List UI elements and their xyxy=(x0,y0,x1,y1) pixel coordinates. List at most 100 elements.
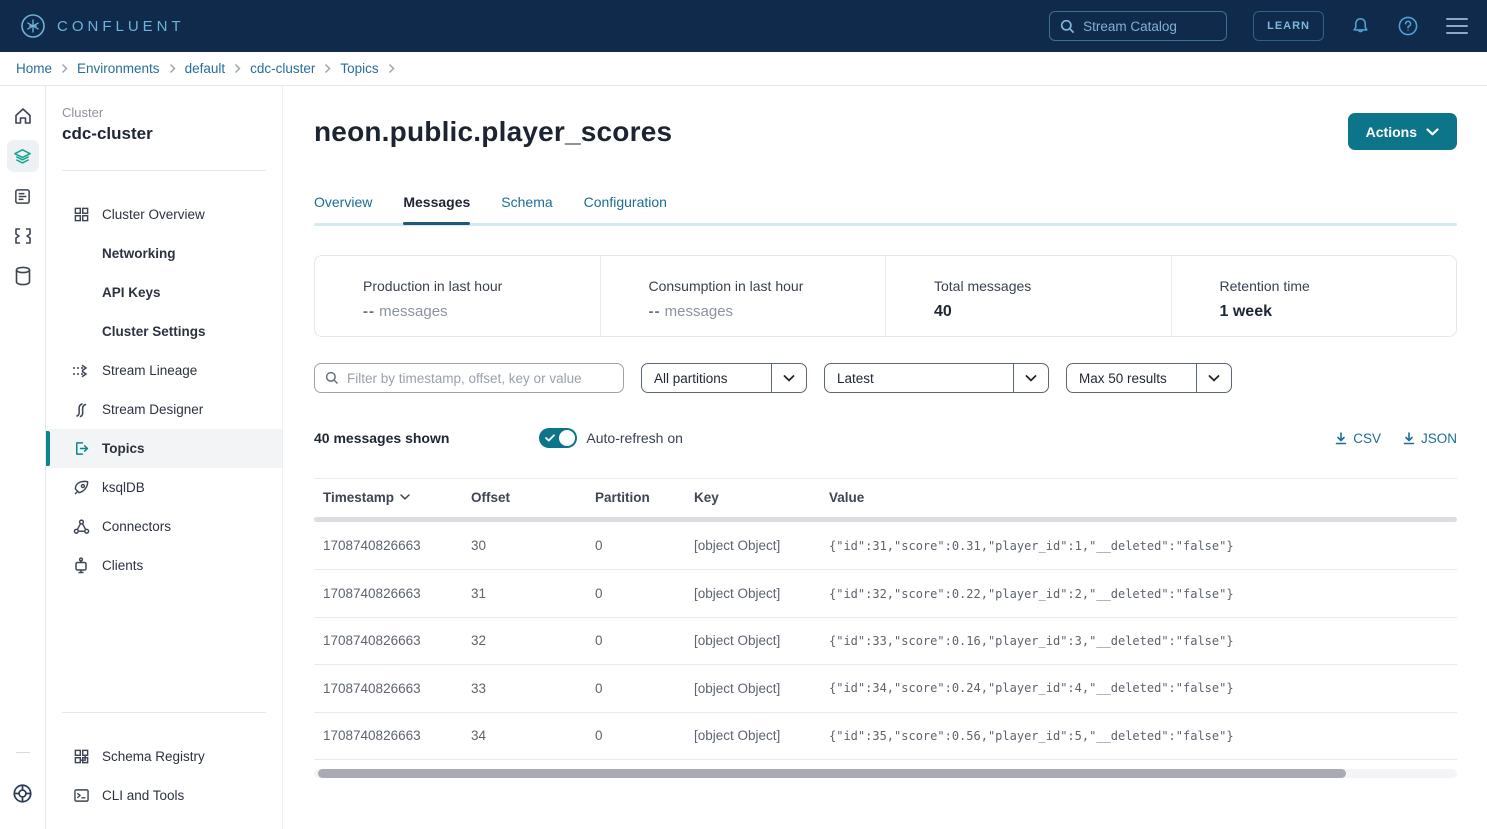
help-icon xyxy=(1397,15,1419,37)
breadcrumb-home[interactable]: Home xyxy=(16,61,52,76)
table-cell: [object Object] xyxy=(685,728,820,743)
sidebar-item-label: Cluster Overview xyxy=(102,207,205,222)
flow-icon[interactable] xyxy=(7,220,39,252)
table-cell: {"id":34,"score":0.24,"player_id":4,"__d… xyxy=(820,681,1457,695)
stat-total-messages: Total messages 40 xyxy=(885,256,1171,336)
table-cell: {"id":33,"score":0.16,"player_id":3,"__d… xyxy=(820,634,1457,648)
document-icon[interactable] xyxy=(7,180,39,212)
grid-icon xyxy=(72,206,90,223)
stream-catalog-input[interactable] xyxy=(1083,19,1203,34)
sidebar-item-label: Networking xyxy=(102,246,176,261)
table-row[interactable]: 1708740826663310[object Object]{"id":32,… xyxy=(314,569,1457,616)
sidebar-item-topics[interactable]: Topics xyxy=(46,429,282,468)
offset-position-dropdown[interactable]: Latest xyxy=(824,363,1049,393)
sidebar-footer-divider xyxy=(62,712,266,713)
sidebar-item-cli-and-tools[interactable]: CLI and Tools xyxy=(46,776,282,815)
breadcrumb-environments[interactable]: Environments xyxy=(77,61,160,76)
auto-refresh-toggle[interactable]: Auto-refresh on xyxy=(539,428,683,448)
table-cell: 0 xyxy=(586,728,685,743)
sidebar-item-label: Connectors xyxy=(102,519,171,534)
table-row[interactable]: 1708740826663340[object Object]{"id":35,… xyxy=(314,712,1457,759)
sidebar-item-connectors[interactable]: Connectors xyxy=(46,507,282,546)
designer-icon xyxy=(72,402,90,418)
sidebar-item-clients[interactable]: Clients xyxy=(46,546,282,585)
column-timestamp-sort[interactable]: Timestamp xyxy=(323,490,410,505)
sidebar-item-stream-designer[interactable]: Stream Designer xyxy=(46,390,282,429)
sidebar-item-label: ksqlDB xyxy=(102,480,145,495)
table-cell: 0 xyxy=(586,538,685,553)
sidebar-item-networking[interactable]: Networking xyxy=(46,234,282,273)
check-icon xyxy=(545,434,555,442)
breadcrumb-cluster[interactable]: cdc-cluster xyxy=(250,61,315,76)
breadcrumb: Home Environments default cdc-cluster To… xyxy=(0,52,1487,86)
table-header: Timestamp Offset Partition Key Value xyxy=(314,478,1457,515)
chevron-right-icon xyxy=(388,63,395,74)
scrollbar-thumb[interactable] xyxy=(318,769,1346,778)
page-title: neon.public.player_scores xyxy=(314,116,672,148)
cluster-name: cdc-cluster xyxy=(46,120,282,144)
sidebar-item-cluster-settings[interactable]: Cluster Settings xyxy=(46,312,282,351)
database-icon[interactable] xyxy=(7,260,39,292)
tab-schema[interactable]: Schema xyxy=(501,194,552,223)
table-row[interactable]: 1708740826663300[object Object]{"id":31,… xyxy=(314,522,1457,569)
sidebar-item-ksqldb[interactable]: ksqlDB xyxy=(46,468,282,507)
tab-configuration[interactable]: Configuration xyxy=(584,194,667,223)
schema-registry-icon xyxy=(72,748,90,765)
download-csv-link[interactable]: CSV xyxy=(1335,431,1381,446)
stat-production: Production in last hour -- messages xyxy=(315,256,600,336)
sidebar-item-label: Clients xyxy=(102,558,143,573)
tab-messages[interactable]: Messages xyxy=(403,194,470,223)
environments-icon[interactable] xyxy=(7,140,39,172)
table-bottom-border xyxy=(314,759,1457,760)
partitions-dropdown[interactable]: All partitions xyxy=(641,363,807,393)
message-filters: All partitions Latest Max 50 results xyxy=(314,363,1457,393)
table-cell: [object Object] xyxy=(685,633,820,648)
top-navbar: CONFLUENT LEARN xyxy=(0,0,1487,52)
stat-retention-time: Retention time 1 week xyxy=(1171,256,1457,336)
sidebar-item-label: CLI and Tools xyxy=(102,788,184,803)
stat-consumption: Consumption in last hour -- messages xyxy=(600,256,886,336)
sidebar-item-label: Stream Lineage xyxy=(102,363,197,378)
breadcrumb-topics[interactable]: Topics xyxy=(340,61,378,76)
table-cell: {"id":32,"score":0.22,"player_id":2,"__d… xyxy=(820,587,1457,601)
home-icon[interactable] xyxy=(7,100,39,132)
table-row[interactable]: 1708740826663320[object Object]{"id":33,… xyxy=(314,617,1457,664)
message-filter-input[interactable] xyxy=(347,371,613,386)
tab-overview[interactable]: Overview xyxy=(314,194,372,223)
table-cell: {"id":31,"score":0.31,"player_id":1,"__d… xyxy=(820,539,1457,553)
help-button[interactable] xyxy=(1397,15,1419,37)
sidebar-divider xyxy=(62,170,266,171)
sidebar-item-api-keys[interactable]: API Keys xyxy=(46,273,282,312)
chevron-right-icon xyxy=(234,63,241,74)
sidebar-item-stream-lineage[interactable]: Stream Lineage xyxy=(46,351,282,390)
messages-table: Timestamp Offset Partition Key Value 170… xyxy=(314,478,1457,778)
table-cell: 33 xyxy=(462,681,586,696)
ksqldb-icon xyxy=(72,479,90,496)
table-cell: 31 xyxy=(462,586,586,601)
notifications-button[interactable] xyxy=(1350,16,1371,37)
max-results-dropdown[interactable]: Max 50 results xyxy=(1066,363,1232,393)
confluent-logo[interactable]: CONFLUENT xyxy=(20,13,185,39)
support-icon[interactable] xyxy=(7,777,39,809)
message-filter-search[interactable] xyxy=(314,363,624,393)
column-value: Value xyxy=(820,490,1457,505)
column-partition: Partition xyxy=(586,490,685,505)
actions-button[interactable]: Actions xyxy=(1348,113,1457,150)
icon-rail xyxy=(0,86,46,829)
table-cell: 1708740826663 xyxy=(314,538,462,553)
learn-button[interactable]: LEARN xyxy=(1253,11,1324,41)
chevron-down-icon xyxy=(771,364,806,392)
table-cell: 1708740826663 xyxy=(314,633,462,648)
main-menu-button[interactable] xyxy=(1445,17,1469,35)
sidebar-item-cluster-overview[interactable]: Cluster Overview xyxy=(46,195,282,234)
topic-tabs: Overview Messages Schema Configuration xyxy=(314,194,1457,223)
download-json-link[interactable]: JSON xyxy=(1403,431,1457,446)
breadcrumb-default[interactable]: default xyxy=(185,61,226,76)
sidebar-item-schema-registry[interactable]: Schema Registry xyxy=(46,737,282,776)
toggle-switch[interactable] xyxy=(539,428,577,448)
column-offset: Offset xyxy=(462,490,586,505)
table-cell: 1708740826663 xyxy=(314,681,462,696)
cluster-sidebar: Cluster cdc-cluster Cluster Overview Net… xyxy=(46,86,283,829)
table-row[interactable]: 1708740826663330[object Object]{"id":34,… xyxy=(314,664,1457,711)
stream-catalog-search[interactable] xyxy=(1049,11,1227,41)
